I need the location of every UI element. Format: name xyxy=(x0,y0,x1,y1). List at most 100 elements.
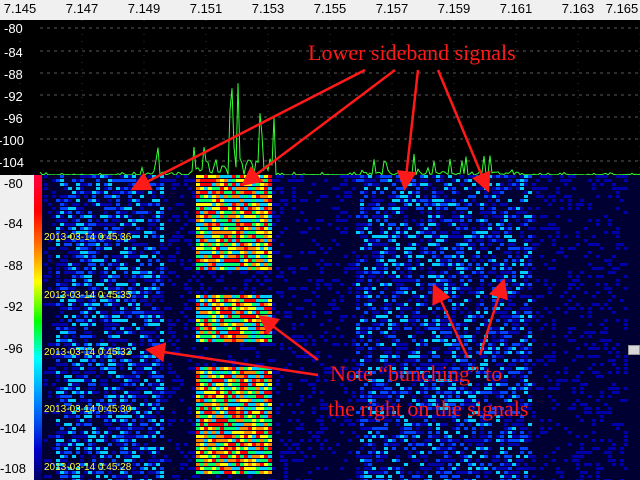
waterfall-cell xyxy=(76,415,80,418)
waterfall-cell xyxy=(192,395,196,398)
waterfall-cell xyxy=(144,411,148,414)
waterfall-cell xyxy=(468,219,472,222)
waterfall-cell xyxy=(436,379,440,382)
waterfall-cell xyxy=(480,367,484,370)
waterfall-cell xyxy=(588,307,592,310)
waterfall-cell xyxy=(52,223,56,226)
waterfall-cell xyxy=(452,387,456,390)
waterfall-cell xyxy=(356,367,360,370)
waterfall-cell xyxy=(428,399,432,402)
waterfall-cell xyxy=(156,391,160,394)
waterfall-cell xyxy=(436,291,440,294)
waterfall-cell xyxy=(160,291,164,294)
waterfall-cell xyxy=(56,339,60,342)
waterfall-cell xyxy=(256,335,260,338)
waterfall-cell xyxy=(420,379,424,382)
waterfall-cell xyxy=(544,307,548,310)
waterfall-cell xyxy=(372,383,376,386)
waterfall-cell xyxy=(256,407,260,410)
waterfall-cell xyxy=(208,307,212,310)
waterfall-cell xyxy=(132,311,136,314)
waterfall-cell xyxy=(200,431,204,434)
waterfall-cell xyxy=(272,359,276,362)
waterfall-cell xyxy=(224,247,228,250)
waterfall-cell xyxy=(204,187,208,190)
waterfall-cell xyxy=(216,239,220,242)
waterfall-cell xyxy=(156,199,160,202)
waterfall-cell xyxy=(68,307,72,310)
waterfall-cell xyxy=(256,323,260,326)
waterfall-cell xyxy=(528,287,532,290)
waterfall-cell xyxy=(516,327,520,330)
waterfall-cell xyxy=(136,243,140,246)
waterfall-cell xyxy=(260,239,264,242)
waterfall-cell xyxy=(100,259,104,262)
waterfall-cell xyxy=(548,203,552,206)
waterfall-cell xyxy=(200,331,204,334)
waterfall-cell xyxy=(540,175,544,178)
waterfall-cell xyxy=(240,227,244,230)
waterfall-cell xyxy=(472,243,476,246)
waterfall-cell xyxy=(548,195,552,198)
waterfall-cell xyxy=(244,227,248,230)
waterfall-cell xyxy=(616,371,620,374)
waterfall-cell xyxy=(84,331,88,334)
waterfall-cell xyxy=(196,211,200,214)
waterfall-cell xyxy=(248,335,252,338)
waterfall-cell xyxy=(300,179,304,182)
waterfall-cell xyxy=(248,279,252,282)
waterfall-cell xyxy=(120,439,124,442)
waterfall-cell xyxy=(392,403,396,406)
waterfall-cell xyxy=(60,323,64,326)
waterfall-cell xyxy=(248,319,252,322)
waterfall-cell xyxy=(396,255,400,258)
waterfall-cell xyxy=(208,387,212,390)
waterfall-cell xyxy=(200,283,204,286)
waterfall-cell xyxy=(148,175,152,178)
freq-label: 7.151 xyxy=(189,1,223,16)
waterfall-cell xyxy=(60,223,64,226)
waterfall-cell xyxy=(216,319,220,322)
waterfall-cell xyxy=(92,215,96,218)
waterfall-cell xyxy=(156,395,160,398)
waterfall-cell xyxy=(168,319,172,322)
waterfall-cell xyxy=(624,247,628,250)
waterfall-cell xyxy=(508,179,512,182)
waterfall-cell xyxy=(456,343,460,346)
waterfall-cell xyxy=(168,419,172,422)
waterfall-cell xyxy=(516,211,520,214)
waterfall-cell xyxy=(68,431,72,434)
waterfall-cell xyxy=(108,431,112,434)
waterfall-cell xyxy=(220,303,224,306)
waterfall-cell xyxy=(224,427,228,430)
waterfall-cell xyxy=(300,395,304,398)
waterfall-cell xyxy=(56,215,60,218)
waterfall-cell xyxy=(604,287,608,290)
waterfall-cell xyxy=(560,199,564,202)
waterfall-cell xyxy=(372,319,376,322)
waterfall-cell xyxy=(284,203,288,206)
waterfall-panel[interactable]: -80 -84 -88 -92 -96 -100 -104 -108 2013-… xyxy=(0,175,640,480)
waterfall-cell xyxy=(332,335,336,338)
waterfall-cell xyxy=(404,387,408,390)
waterfall-cell xyxy=(344,219,348,222)
waterfall-cell xyxy=(156,219,160,222)
waterfall-cell xyxy=(408,351,412,354)
waterfall-cell xyxy=(412,243,416,246)
waterfall-cell xyxy=(456,323,460,326)
waterfall-cell xyxy=(260,215,264,218)
waterfall-cell xyxy=(408,359,412,362)
waterfall-cell xyxy=(108,199,112,202)
waterfall-cell xyxy=(124,187,128,190)
waterfall-cell xyxy=(476,383,480,386)
waterfall-cell xyxy=(152,319,156,322)
waterfall-cell xyxy=(192,347,196,350)
spectrum-panel[interactable]: -80 -84 -88 -92 -96 -100 -104 xyxy=(0,20,640,175)
waterfall-cell xyxy=(488,331,492,334)
waterfall-cell xyxy=(504,267,508,270)
waterfall-cell xyxy=(344,231,348,234)
waterfall-cell xyxy=(204,259,208,262)
waterfall-cell xyxy=(396,175,400,178)
waterfall-cell xyxy=(472,247,476,250)
waterfall-cell xyxy=(320,363,324,366)
